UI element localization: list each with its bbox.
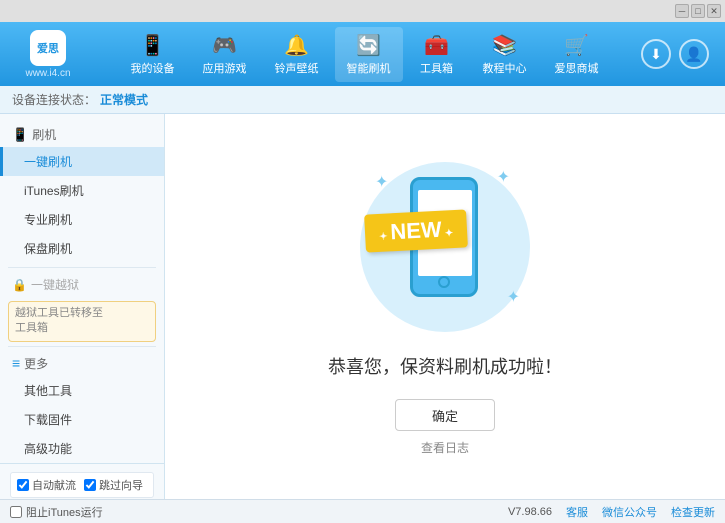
user-button[interactable]: 👤	[679, 39, 709, 69]
advanced-label: 高级功能	[24, 442, 72, 456]
other-tools-label: 其他工具	[24, 384, 72, 398]
minimize-button[interactable]: －	[675, 4, 689, 18]
nav-apps-games-label: 应用游戏	[203, 60, 247, 76]
smart-flash-icon: 🔄	[356, 33, 381, 58]
sparkle-icon-3: ✦	[507, 287, 520, 307]
flash-section-icon: 📱	[12, 127, 28, 143]
sidebar-item-advanced[interactable]: 高级功能	[0, 434, 164, 463]
nav-apps-games[interactable]: 🎮 应用游戏	[191, 27, 259, 82]
nav-tutorial-label: 教程中心	[483, 60, 527, 76]
sidebar-item-save-flash[interactable]: 保盘刷机	[0, 234, 164, 263]
new-badge: NEW	[364, 209, 468, 252]
main-content: ✦ ✦ ✦ NEW 恭喜您，保资料刷机成功啦！ 确定 查看日志	[165, 114, 725, 499]
lock-icon: 🔒	[12, 278, 27, 292]
wechat-link[interactable]: 微信公众号	[602, 504, 657, 520]
checkbox-row: 自动献流 跳过向导	[10, 472, 154, 498]
itunes-flash-label: iTunes刷机	[24, 184, 84, 198]
flash-section-label: 刷机	[32, 126, 56, 143]
nav-tutorial[interactable]: 📚 教程中心	[471, 27, 539, 82]
header: 爱思 www.i4.cn 📱 我的设备 🎮 应用游戏 🔔 铃声壁纸 🔄 智能刷机…	[0, 22, 725, 86]
nav-ringtone[interactable]: 🔔 铃声壁纸	[263, 27, 331, 82]
sidebar-section-jailbreak: 🔒 一键越狱	[0, 272, 164, 297]
main-layout: 📱 刷机 一键刷机 iTunes刷机 专业刷机 保盘刷机 🔒 一键越狱 越狱工具…	[0, 114, 725, 499]
sidebar-item-download-firmware[interactable]: 下载固件	[0, 405, 164, 434]
maximize-button[interactable]: □	[691, 4, 705, 18]
phone-home-button	[438, 276, 450, 288]
logo-icon: 爱思	[30, 30, 66, 66]
logo-url: www.i4.cn	[25, 68, 70, 79]
bottom-right: V7.98.66 客服 微信公众号 检查更新	[508, 504, 715, 520]
sparkle-icon-1: ✦	[375, 172, 388, 192]
close-button[interactable]: ✕	[707, 4, 721, 18]
skip-wizard-label: 跳过向导	[99, 477, 143, 493]
jailbreak-note-text: 越狱工具已转移至工具箱	[15, 307, 103, 334]
sparkle-icon-2: ✦	[497, 167, 510, 187]
pro-flash-label: 专业刷机	[24, 213, 72, 227]
my-device-icon: 📱	[140, 33, 165, 58]
customer-service-link[interactable]: 客服	[566, 504, 588, 520]
sidebar-divider-2	[8, 346, 156, 347]
download-button[interactable]: ⬇	[641, 39, 671, 69]
nav-my-device[interactable]: 📱 我的设备	[119, 27, 187, 82]
check-update-link[interactable]: 检查更新	[671, 504, 715, 520]
phone-illustration: ✦ ✦ ✦ NEW	[355, 157, 535, 337]
more-section-label: 更多	[24, 355, 48, 372]
nav-store-label: 爱思商城	[555, 60, 599, 76]
status-label: 设备连接状态：	[12, 91, 96, 108]
toolbox-icon: 🧰	[424, 33, 449, 58]
auto-upload-checkbox[interactable]: 自动献流	[17, 477, 76, 493]
download-firmware-label: 下载固件	[24, 413, 72, 427]
diary-link[interactable]: 查看日志	[421, 439, 469, 456]
apps-games-icon: 🎮	[212, 33, 237, 58]
sidebar-section-flash: 📱 刷机	[0, 122, 164, 147]
itunes-block-input[interactable]	[10, 506, 22, 518]
one-click-flash-label: 一键刷机	[24, 155, 72, 169]
save-flash-label: 保盘刷机	[24, 242, 72, 256]
store-icon: 🛒	[564, 33, 589, 58]
skip-wizard-checkbox[interactable]: 跳过向导	[84, 477, 143, 493]
nav-my-device-label: 我的设备	[131, 60, 175, 76]
sidebar-section-more: ≡ 更多	[0, 351, 164, 376]
bottom-bar: 阻止iTunes运行 V7.98.66 客服 微信公众号 检查更新	[0, 499, 725, 523]
title-bar: － □ ✕	[0, 0, 725, 22]
nav-smart-flash-label: 智能刷机	[347, 60, 391, 76]
nav-toolbox-label: 工具箱	[420, 60, 453, 76]
itunes-block-checkbox[interactable]: 阻止iTunes运行	[10, 504, 103, 520]
itunes-block-label: 阻止iTunes运行	[26, 504, 103, 520]
sidebar-item-other-tools[interactable]: 其他工具	[0, 376, 164, 405]
auto-upload-label: 自动献流	[32, 477, 76, 493]
ringtone-icon: 🔔	[284, 33, 309, 58]
sidebar-item-one-click-flash[interactable]: 一键刷机	[0, 147, 164, 176]
jailbreak-label: 一键越狱	[31, 276, 79, 293]
nav-store[interactable]: 🛒 爱思商城	[543, 27, 611, 82]
version-text: V7.98.66	[508, 506, 552, 518]
header-right-buttons: ⬇ 👤	[641, 39, 709, 69]
tutorial-icon: 📚	[492, 33, 517, 58]
sidebar-item-pro-flash[interactable]: 专业刷机	[0, 205, 164, 234]
device-info-area: 自动献流 跳过向导 📱 iPhone 12 mini 64GB Down-12m…	[0, 463, 164, 499]
sidebar: 📱 刷机 一键刷机 iTunes刷机 专业刷机 保盘刷机 🔒 一键越狱 越狱工具…	[0, 114, 165, 499]
jailbreak-note: 越狱工具已转移至工具箱	[8, 301, 156, 342]
nav-bar: 📱 我的设备 🎮 应用游戏 🔔 铃声壁纸 🔄 智能刷机 🧰 工具箱 📚 教程中心…	[88, 27, 641, 82]
logo[interactable]: 爱思 www.i4.cn	[8, 30, 88, 79]
bottom-left: 阻止iTunes运行	[10, 504, 103, 520]
nav-smart-flash[interactable]: 🔄 智能刷机	[335, 27, 403, 82]
skip-wizard-input[interactable]	[84, 479, 96, 491]
sidebar-divider-1	[8, 267, 156, 268]
status-value: 正常模式	[100, 91, 148, 108]
auto-upload-input[interactable]	[17, 479, 29, 491]
nav-ringtone-label: 铃声壁纸	[275, 60, 319, 76]
sidebar-item-itunes-flash[interactable]: iTunes刷机	[0, 176, 164, 205]
confirm-button[interactable]: 确定	[395, 399, 495, 431]
nav-toolbox[interactable]: 🧰 工具箱	[407, 27, 467, 82]
status-bar: 设备连接状态： 正常模式	[0, 86, 725, 114]
success-text: 恭喜您，保资料刷机成功啦！	[328, 353, 562, 379]
more-section-icon: ≡	[12, 355, 20, 371]
